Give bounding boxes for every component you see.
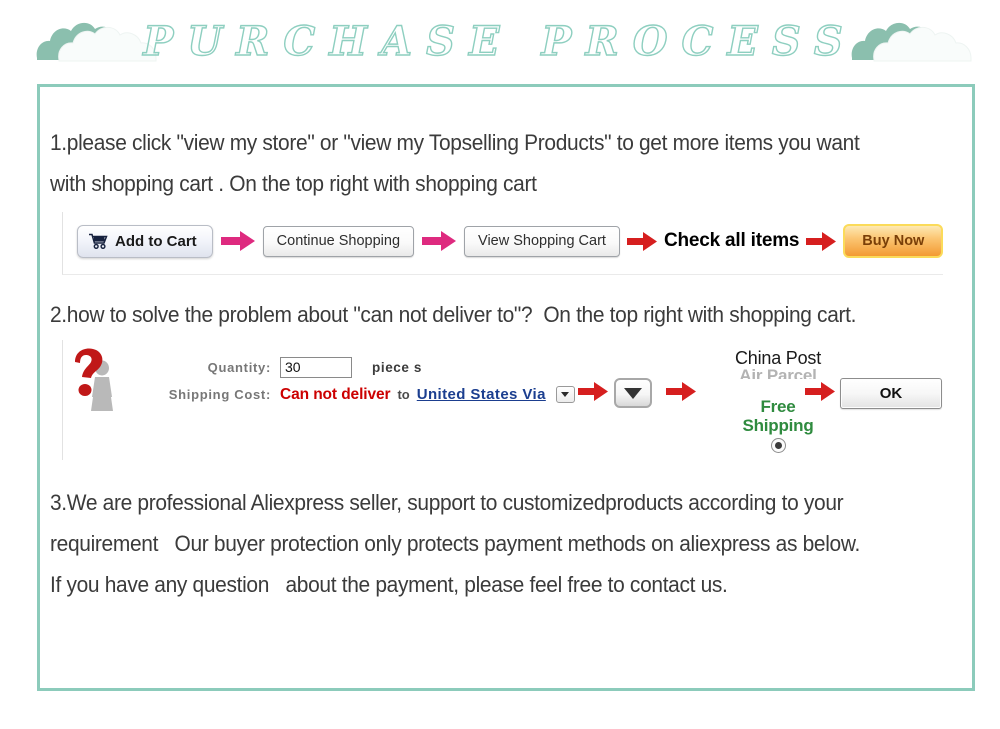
carrier-name: China Post [734, 348, 822, 368]
cart-flow-row: Add to Cart Continue Shopping View Shopp… [77, 218, 944, 264]
add-to-cart-label: Add to Cart [115, 232, 197, 250]
country-link[interactable]: United States Via [417, 386, 546, 403]
quantity-input[interactable]: 30 [280, 357, 352, 378]
cart-flow-screenshot: Add to Cart Continue Shopping View Shopp… [62, 212, 944, 275]
arrow-red-icon-3 [571, 382, 615, 401]
page-header: PURCHASE PROCESS [0, 0, 1000, 84]
shipping-cost-row: Shipping Cost: Can not deliver to United… [143, 381, 575, 408]
cannot-deliver-text: Can not deliver [280, 385, 391, 403]
shipping-form-fields: Quantity: 30 piece s Shipping Cost: Can … [143, 354, 575, 408]
continue-shopping-label: Continue Shopping [276, 233, 401, 249]
add-to-cart-button[interactable]: Add to Cart [77, 224, 213, 258]
shipping-cost-label: Shipping Cost: [168, 387, 271, 402]
ok-label: OK [879, 385, 903, 402]
cloud-decoration-right [848, 14, 978, 66]
quantity-unit-label: piece s [372, 360, 422, 375]
arrow-pink-icon-1 [213, 231, 263, 251]
buy-now-button[interactable]: Buy Now [843, 224, 944, 258]
arrow-red-icon-2 [799, 231, 843, 251]
radio-selected-icon[interactable] [770, 438, 786, 453]
step-1-text: 1.please click "view my store" or "view … [50, 130, 860, 196]
shipping-form-screenshot: Quantity: 30 piece s Shipping Cost: Can … [62, 340, 943, 460]
quantity-row: Quantity: 30 piece s [143, 354, 575, 381]
quantity-label: Quantity: [207, 360, 271, 375]
shipping-method-dropdown[interactable] [614, 378, 652, 408]
to-text: to [397, 387, 410, 402]
question-mark-icon [69, 346, 125, 414]
arrow-red-icon-4 [659, 382, 703, 401]
shopping-cart-icon [89, 233, 108, 249]
continue-shopping-button[interactable]: Continue Shopping [262, 225, 415, 257]
step-3-text: 3.We are professional Aliexpress seller,… [50, 490, 860, 597]
arrow-red-icon-5 [798, 382, 842, 401]
arrow-red-icon-1 [620, 231, 664, 251]
check-all-items-label: Check all items [663, 230, 800, 251]
arrow-pink-icon-2 [414, 231, 464, 251]
carrier-service: Air Parcel [739, 368, 817, 379]
buy-now-label: Buy Now [862, 233, 925, 249]
chevron-down-icon-method[interactable] [614, 378, 652, 408]
view-shopping-cart-label: View Shopping Cart [478, 233, 606, 249]
free-shipping-line-2: Shipping [742, 416, 814, 435]
step-2-text: 2.how to solve the problem about "can no… [50, 302, 857, 327]
view-shopping-cart-button[interactable]: View Shopping Cart [464, 225, 620, 257]
ok-button[interactable]: OK [840, 378, 942, 409]
